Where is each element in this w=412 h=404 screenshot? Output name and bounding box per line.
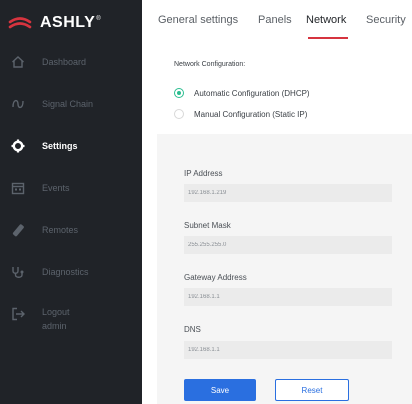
subnet-mask-input[interactable] <box>184 236 392 254</box>
sidebar-item-label: Remotes <box>42 224 79 235</box>
subnet-mask-label: Subnet Mask <box>184 221 231 230</box>
sidebar-item-label: Settings <box>42 140 78 151</box>
settings-tab-bar: General settings Panels Network Security <box>142 0 412 40</box>
logout-icon <box>10 306 26 322</box>
dns-input[interactable] <box>184 341 392 359</box>
dhcp-option[interactable]: Automatic Configuration (DHCP) <box>174 86 310 100</box>
sidebar-item-label: Diagnostics <box>42 266 89 277</box>
save-button[interactable]: Save <box>184 379 256 401</box>
gateway-address-label: Gateway Address <box>184 273 247 282</box>
ip-address-label: IP Address <box>184 169 223 178</box>
static-ip-radio[interactable] <box>174 109 184 119</box>
sidebar-item-label: Dashboard <box>42 56 87 67</box>
sidebar-item-label: Events <box>42 182 70 193</box>
static-ip-option-label: Manual Configuration (Static IP) <box>194 109 308 119</box>
calendar-icon <box>10 180 26 196</box>
sidebar-item-dashboard[interactable]: Dashboard <box>0 42 142 82</box>
sidebar-item-events[interactable]: Events <box>0 168 142 208</box>
sidebar-item-remotes[interactable]: Remotes <box>0 210 142 250</box>
brand-logo[interactable]: ASHLY ® <box>8 11 101 35</box>
brand-name: ASHLY <box>40 14 96 31</box>
remote-icon <box>10 222 26 238</box>
dns-label: DNS <box>184 325 201 334</box>
tab-security[interactable]: Security <box>366 14 406 26</box>
tab-panels[interactable]: Panels <box>258 14 292 26</box>
sidebar-item-label: Logout <box>42 307 70 317</box>
app-window: ASHLY ® Dashboard Signal Chain Settings … <box>0 0 412 404</box>
sidebar-item-settings[interactable]: Settings <box>0 126 142 166</box>
signal-chain-icon <box>10 96 26 112</box>
stethoscope-icon <box>10 264 26 280</box>
sidebar-item-label: Signal Chain <box>42 98 94 109</box>
brand-registered-mark: ® <box>96 16 101 22</box>
gateway-address-input[interactable] <box>184 288 392 306</box>
sidebar-item-signal-chain[interactable]: Signal Chain <box>0 84 142 124</box>
ashly-logo-icon <box>8 17 32 29</box>
dhcp-option-label: Automatic Configuration (DHCP) <box>194 88 310 98</box>
reset-button[interactable]: Reset <box>275 379 349 401</box>
gear-icon <box>10 138 26 154</box>
logout-user-label: admin <box>42 321 67 331</box>
sidebar-item-logout[interactable]: Logout admin <box>0 298 142 342</box>
home-icon <box>10 54 26 70</box>
sidebar: ASHLY ® Dashboard Signal Chain Settings … <box>0 0 142 404</box>
sidebar-item-diagnostics[interactable]: Diagnostics <box>0 252 142 292</box>
tab-network[interactable]: Network <box>306 14 346 26</box>
dhcp-radio[interactable] <box>174 88 184 98</box>
static-ip-option[interactable]: Manual Configuration (Static IP) <box>174 107 307 121</box>
ip-address-input[interactable] <box>184 184 392 202</box>
tab-general-settings[interactable]: General settings <box>158 14 238 26</box>
active-tab-indicator <box>308 37 348 39</box>
network-configuration-title: Network Configuration: <box>174 61 246 68</box>
